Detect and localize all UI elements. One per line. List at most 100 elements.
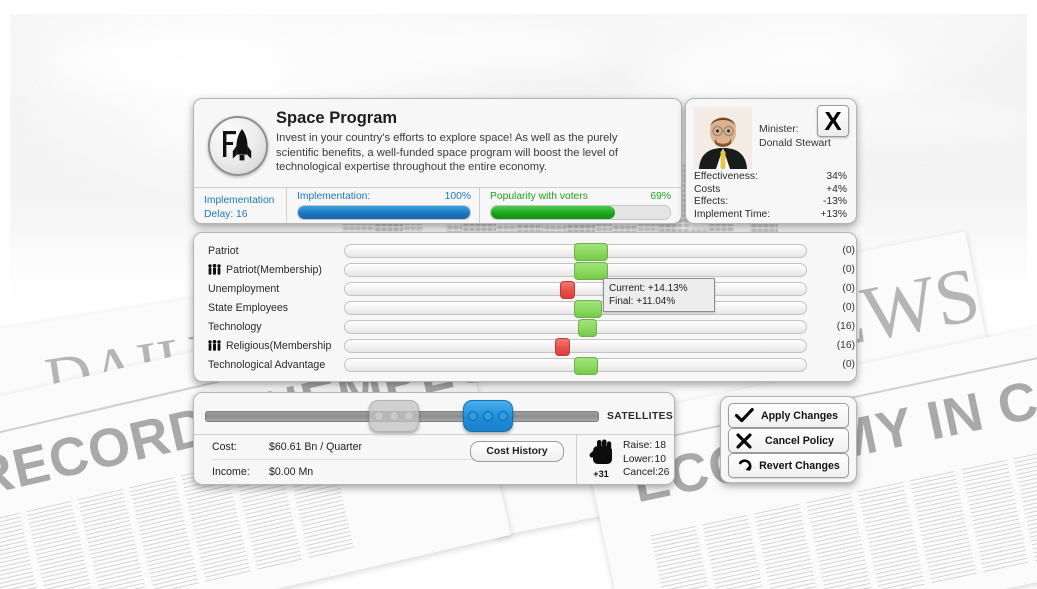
effect-value: (0) [842,283,855,294]
minister-stats: Effectiveness: 34% Costs +4% Effects: -1… [694,171,847,221]
effect-row: Religious(Membership (16) [194,336,856,356]
effect-value: (0) [842,302,855,313]
fist-value: +31 [593,469,609,479]
public-reaction: +31 Raise: 18 Lower: 10 Cancel: 26 [577,435,674,484]
undo-arrow-icon [729,457,759,474]
effect-label-wrap: Patriot [194,245,344,257]
popularity-value: 69% [650,191,671,202]
apply-changes-button[interactable]: Apply Changes [728,403,849,428]
effect-label: Religious(Membership [226,339,332,352]
effect-track [344,242,807,261]
effect-label-wrap: Patriot(Membership) [194,264,344,276]
stat-value: -13% [822,196,847,208]
stat-label: Effectiveness: [694,171,758,182]
policy-slider-panel: SATELLITES Cost: $60.61 Bn / Quarter Inc… [193,392,675,485]
cost-summary: Cost: $60.61 Bn / Quarter Income: $0.00 … [194,435,577,484]
effect-label: Technological Advantage [208,358,326,371]
effect-label: State Employees [208,301,289,314]
effect-marker [573,356,598,375]
effect-label: Technology [208,320,262,333]
implementation-value: 100% [444,191,471,202]
effect-track [344,261,807,280]
effect-row: Unemployment (0) [194,279,856,299]
effect-label-wrap: Religious(Membership [194,340,344,352]
policy-actions-panel: Apply Changes Cancel Policy Revert Chang… [720,396,857,483]
apply-changes-label: Apply Changes [760,409,839,422]
effect-marker [573,299,602,318]
effect-track [344,318,807,337]
check-icon [729,408,759,423]
policy-description: Invest in your country's efforts to expl… [276,132,619,173]
reaction-row: Lower: 10 [623,453,666,467]
minister-role-label: Minister: [759,123,799,135]
popularity-label: Popularity with voters [490,191,588,202]
effects-panel: Patriot (0) Patriot(Membership) (0) Unemploy… [193,232,857,382]
cost-label: Cost: [212,441,237,453]
effect-track [344,299,807,318]
implementation-label: Implementation: [297,191,371,202]
reaction-label: Lower: [623,453,654,465]
minister-stat-row: Effects: -13% [694,196,847,209]
policy-title: Space Program [276,109,398,127]
stat-value: +4% [826,183,847,195]
revert-changes-button[interactable]: Revert Changes [728,453,849,478]
minister-panel: X Minister: Donald Stewart Effectiveness… [685,98,857,224]
stat-label: Implement Time: [694,208,771,220]
effect-track [344,337,807,356]
stat-label: Effects: [694,196,729,208]
minister-stat-row: Costs +4% [694,184,847,197]
reaction-label: Cancel: [623,467,658,479]
membership-icon [208,263,221,275]
cost-value: $60.61 Bn / Quarter [269,441,363,453]
slider-knob-current[interactable] [463,400,514,432]
effect-marker [559,280,575,299]
revert-changes-label: Revert Changes [759,459,840,472]
effect-label: Patriot(Membership) [226,263,322,276]
effect-label-wrap: Technological Advantage [194,359,344,371]
stat-value: +13% [820,208,847,220]
effect-row: Technology (16) [194,317,856,337]
fist-icon [589,439,612,464]
effect-label-wrap: Technology [194,321,344,333]
effect-label-wrap: State Employees [194,302,344,314]
policy-slider[interactable]: SATELLITES [194,393,674,433]
effect-row: State Employees (0) [194,298,856,318]
cancel-policy-button[interactable]: Cancel Policy [728,428,849,453]
effect-value: (0) [842,264,855,275]
effect-label: Unemployment [208,282,280,295]
minister-stat-row: Implement Time: +13% [694,209,847,222]
effect-label-wrap: Unemployment [194,283,344,295]
policy-info-panel: Space Program Invest in your country's e… [193,98,682,224]
effect-marker [573,242,608,261]
effect-marker [573,261,608,280]
reaction-row: Cancel: 26 [623,466,670,480]
implementation-meter: Implementation: 100% [286,188,479,223]
effect-track [344,356,807,375]
cost-history-button[interactable]: Cost History [470,441,564,462]
reaction-value: 10 [654,453,666,465]
cross-icon [729,432,759,449]
reaction-row: Raise: 18 [623,439,666,453]
income-value: $0.00 Mn [269,466,314,478]
reaction-value: 26 [657,467,670,479]
slider-knob-original [369,400,420,432]
minister-name: Donald Stewart [759,136,831,149]
membership-icon [208,339,221,351]
effect-row: Patriot (0) [194,241,856,261]
effect-row: Technological Advantage (0) [194,355,856,375]
effect-value: (0) [842,245,855,256]
income-label: Income: [212,466,250,478]
slider-label: SATELLITES [607,411,674,422]
minister-portrait [694,107,752,169]
stat-value: 34% [826,171,847,182]
effect-row: Patriot(Membership) (0) [194,260,856,280]
policy-meters: Implementation Delay: 16 Implementation:… [194,187,681,223]
effect-value: (0) [842,359,855,370]
popularity-meter: Popularity with voters 69% [479,188,679,223]
rocket-icon [208,116,268,176]
effect-marker [555,337,571,356]
cancel-policy-label: Cancel Policy [765,434,834,447]
reaction-value: 18 [654,440,666,451]
effect-value: (16) [836,321,855,332]
membership-icon [208,339,221,351]
